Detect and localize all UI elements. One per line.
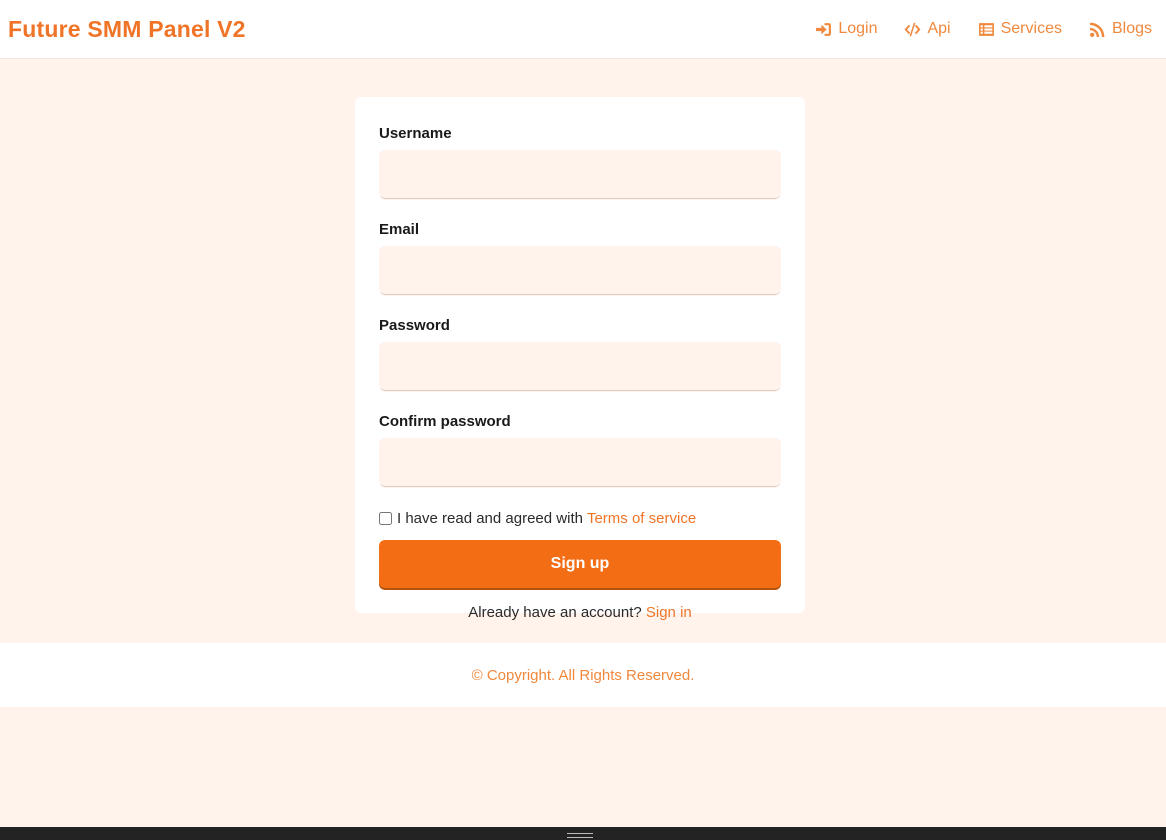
nav-services-label: Services — [1000, 20, 1062, 37]
nav-api[interactable]: Api — [904, 20, 951, 38]
email-label: Email — [379, 221, 420, 238]
password-input[interactable] — [379, 342, 781, 390]
nav-blogs-label: Blogs — [1111, 20, 1152, 37]
signin-prompt: Already have an account? — [468, 604, 642, 621]
email-input[interactable] — [379, 246, 781, 294]
brand-title[interactable]: Future SMM Panel V2 — [8, 16, 246, 43]
nav-login-label: Login — [838, 20, 878, 37]
nav-blogs[interactable]: Blogs — [1089, 20, 1152, 38]
sign-up-button[interactable]: Sign up — [379, 540, 781, 588]
confirm-password-input[interactable] — [379, 438, 781, 486]
main-nav: Login Api Services Blogs — [788, 20, 1152, 38]
copyright-text: © Copyright. All Rights Reserved. — [471, 666, 695, 684]
rss-icon — [1090, 22, 1105, 37]
nav-api-label: Api — [927, 20, 951, 37]
terms-row: I have read and agreed with Terms of ser… — [379, 508, 781, 528]
signin-row: Already have an account? Sign in — [379, 604, 781, 621]
code-icon — [905, 22, 921, 36]
page-footer: © Copyright. All Rights Reserved. — [0, 643, 1166, 707]
username-label: Username — [379, 125, 452, 142]
terms-of-service-link[interactable]: Terms of service — [587, 510, 696, 527]
nav-login[interactable]: Login — [815, 20, 877, 38]
bottom-bar — [0, 827, 1166, 840]
top-navbar: Future SMM Panel V2 Login Api Services B… — [0, 0, 1166, 59]
signup-card: Username Email Password Confirm password… — [355, 97, 805, 621]
confirm-password-label: Confirm password — [379, 413, 511, 430]
terms-text: I have read and agreed with — [397, 509, 583, 527]
list-icon — [978, 22, 994, 36]
nav-services[interactable]: Services — [978, 20, 1062, 38]
username-input[interactable] — [379, 150, 781, 198]
drag-handle-icon[interactable] — [567, 833, 593, 838]
sign-in-icon — [816, 22, 832, 36]
password-label: Password — [379, 317, 450, 334]
sign-in-link[interactable]: Sign in — [646, 604, 692, 621]
terms-checkbox[interactable] — [379, 511, 392, 525]
